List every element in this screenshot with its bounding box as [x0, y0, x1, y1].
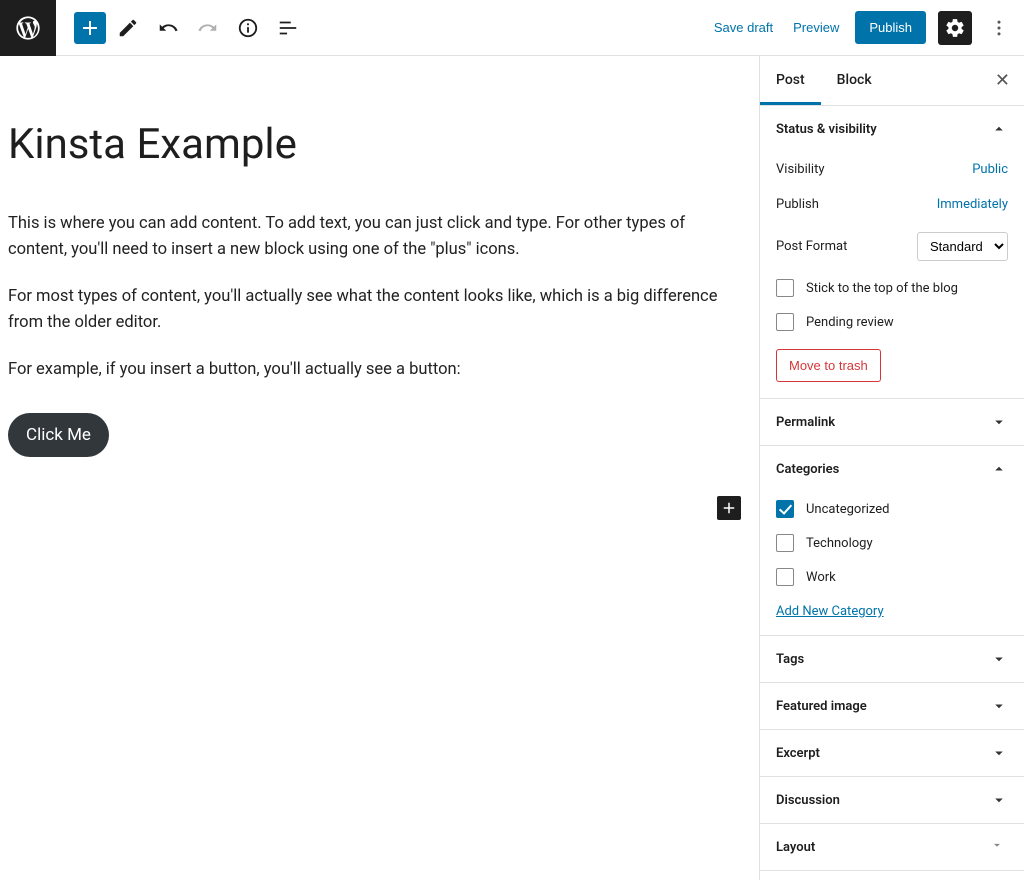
- chevron-down-icon: [990, 697, 1008, 715]
- panel-toggle-status[interactable]: Status & visibility: [760, 106, 1024, 152]
- stick-checkbox[interactable]: [776, 279, 794, 297]
- settings-sidebar: Post Block ✕ Status & visibility Visibil…: [759, 56, 1024, 880]
- chevron-down-icon: [990, 650, 1008, 668]
- chevron-down-icon: [990, 791, 1008, 809]
- add-new-category-link[interactable]: Add New Category: [776, 604, 884, 619]
- category-row[interactable]: Work: [776, 560, 1008, 594]
- panel-title: Categories: [776, 462, 839, 477]
- chevron-up-icon: [990, 460, 1008, 478]
- panel-tags: Tags: [760, 636, 1024, 683]
- move-to-trash-button[interactable]: Move to trash: [776, 349, 881, 382]
- chevron-up-icon: [990, 120, 1008, 138]
- edit-tools-button[interactable]: [110, 10, 146, 46]
- caret-down-icon: [990, 838, 1008, 856]
- panel-toggle-categories[interactable]: Categories: [760, 446, 1024, 492]
- undo-button[interactable]: [150, 10, 186, 46]
- editor-top-toolbar: Save draft Preview Publish: [0, 0, 1024, 56]
- add-block-inline-button[interactable]: [717, 496, 741, 520]
- info-button[interactable]: [230, 10, 266, 46]
- post-format-select[interactable]: Standard: [917, 232, 1008, 261]
- pending-label: Pending review: [806, 315, 894, 330]
- panel-toggle-featured-image[interactable]: Featured image: [760, 683, 1024, 729]
- preview-button[interactable]: Preview: [789, 12, 843, 43]
- publish-value[interactable]: Immediately: [937, 197, 1008, 212]
- post-body: This is where you can add content. To ad…: [8, 211, 759, 457]
- category-row[interactable]: Uncategorized: [776, 492, 1008, 526]
- post-title[interactable]: Kinsta Example: [8, 120, 759, 169]
- stick-label: Stick to the top of the blog: [806, 281, 958, 296]
- post-format-label: Post Format: [776, 239, 847, 254]
- visibility-value[interactable]: Public: [972, 162, 1008, 177]
- visibility-label: Visibility: [776, 162, 825, 177]
- panel-featured-image: Featured image: [760, 683, 1024, 730]
- pending-checkbox-row[interactable]: Pending review: [776, 305, 1008, 339]
- panel-title: Status & visibility: [776, 122, 877, 137]
- category-checkbox[interactable]: [776, 534, 794, 552]
- panel-title: Layout: [776, 840, 815, 855]
- tab-block[interactable]: Block: [821, 56, 888, 105]
- tab-post[interactable]: Post: [760, 56, 821, 105]
- chevron-down-icon: [990, 744, 1008, 762]
- category-checkbox[interactable]: [776, 568, 794, 586]
- panel-title: Discussion: [776, 793, 840, 808]
- category-label: Work: [806, 570, 836, 585]
- panel-layout: Layout: [760, 824, 1024, 871]
- outline-button[interactable]: [270, 10, 306, 46]
- save-draft-button[interactable]: Save draft: [710, 12, 777, 43]
- panel-title: Permalink: [776, 415, 835, 430]
- toolbar-right-group: Save draft Preview Publish: [710, 11, 1024, 45]
- panel-toggle-layout[interactable]: Layout: [760, 824, 1024, 870]
- add-block-button[interactable]: [74, 12, 106, 44]
- panel-status-visibility: Status & visibility Visibility Public Pu…: [760, 106, 1024, 399]
- panel-toggle-excerpt[interactable]: Excerpt: [760, 730, 1024, 776]
- paragraph-block[interactable]: For example, if you insert a button, you…: [8, 357, 748, 383]
- publish-label: Publish: [776, 197, 819, 212]
- panel-title: Featured image: [776, 699, 867, 714]
- panel-toggle-discussion[interactable]: Discussion: [760, 777, 1024, 823]
- pending-checkbox[interactable]: [776, 313, 794, 331]
- category-label: Uncategorized: [806, 502, 889, 517]
- publish-button[interactable]: Publish: [855, 11, 926, 44]
- panel-title: Excerpt: [776, 746, 820, 761]
- button-block[interactable]: Click Me: [8, 413, 109, 457]
- panel-permalink: Permalink: [760, 399, 1024, 446]
- category-row[interactable]: Technology: [776, 526, 1008, 560]
- toolbar-left-group: [56, 10, 306, 46]
- paragraph-block[interactable]: This is where you can add content. To ad…: [8, 211, 748, 262]
- more-menu-button[interactable]: [984, 11, 1014, 45]
- stick-checkbox-row[interactable]: Stick to the top of the blog: [776, 271, 1008, 305]
- category-label: Technology: [806, 536, 873, 551]
- redo-button[interactable]: [190, 10, 226, 46]
- chevron-down-icon: [990, 413, 1008, 431]
- category-checkbox[interactable]: [776, 500, 794, 518]
- paragraph-block[interactable]: For most types of content, you'll actual…: [8, 284, 748, 335]
- close-sidebar-button[interactable]: ✕: [981, 56, 1024, 105]
- settings-button[interactable]: [938, 11, 972, 45]
- panel-discussion: Discussion: [760, 777, 1024, 824]
- wordpress-logo-icon[interactable]: [0, 0, 56, 56]
- panel-categories: Categories Uncategorized Technology Work…: [760, 446, 1024, 636]
- panel-toggle-tags[interactable]: Tags: [760, 636, 1024, 682]
- panel-toggle-permalink[interactable]: Permalink: [760, 399, 1024, 445]
- sidebar-tabs: Post Block ✕: [760, 56, 1024, 106]
- panel-title: Tags: [776, 652, 804, 667]
- panel-excerpt: Excerpt: [760, 730, 1024, 777]
- editor-canvas[interactable]: Kinsta Example This is where you can add…: [0, 56, 759, 880]
